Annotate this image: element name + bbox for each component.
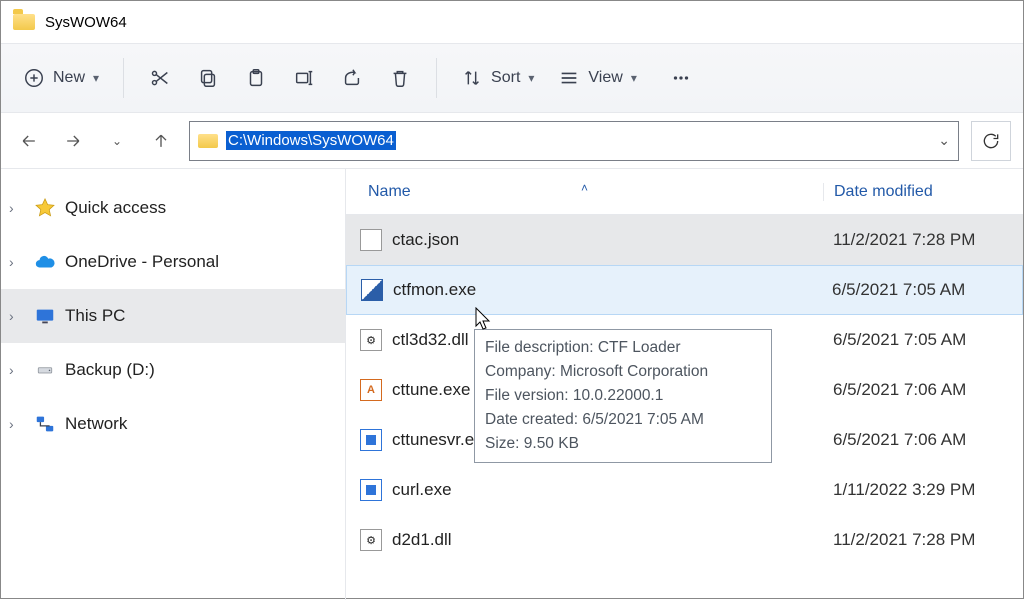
paste-icon [245, 67, 267, 89]
chevron-down-icon: ▾ [528, 71, 534, 85]
sort-button[interactable]: Sort ▾ [451, 56, 544, 100]
forward-button[interactable] [57, 125, 89, 157]
address-bar[interactable]: C:\Windows\SysWOW64 ⌄ [189, 121, 959, 161]
paste-button[interactable] [234, 56, 278, 100]
more-button[interactable] [659, 56, 703, 100]
file-date: 6/5/2021 7:05 AM [823, 330, 1023, 350]
file-name: ctfmon.exe [393, 280, 476, 300]
mouse-cursor-icon [475, 307, 493, 331]
column-date[interactable]: Date modified [823, 183, 1023, 201]
list-icon [558, 67, 580, 89]
up-button[interactable] [145, 125, 177, 157]
sidebar-item-this-pc[interactable]: › This PC [1, 289, 345, 343]
sidebar-item-onedrive[interactable]: › OneDrive - Personal [1, 235, 345, 289]
file-date: 6/5/2021 7:05 AM [822, 280, 1022, 300]
sidebar-item-label: Network [65, 414, 127, 434]
arrow-up-icon [151, 131, 171, 151]
file-name: cttune.exe [392, 380, 470, 400]
title-bar: SysWOW64 [1, 1, 1023, 43]
arrow-left-icon [19, 131, 39, 151]
folder-icon [198, 134, 218, 148]
file-date: 11/2/2021 7:28 PM [823, 230, 1023, 250]
ellipsis-icon [670, 67, 692, 89]
delete-button[interactable] [378, 56, 422, 100]
font-icon: A [360, 379, 382, 401]
copy-icon [197, 67, 219, 89]
file-list: ˄ Name Date modified ctac.json 11/2/2021… [346, 169, 1023, 600]
sidebar-item-label: This PC [65, 306, 125, 326]
file-date: 1/11/2022 3:29 PM [823, 480, 1023, 500]
scissors-icon [149, 67, 171, 89]
rename-icon [293, 67, 315, 89]
sidebar-item-label: Quick access [65, 198, 166, 218]
file-row[interactable]: ctac.json 11/2/2021 7:28 PM [346, 215, 1023, 265]
dll-icon: ⚙ [360, 329, 382, 351]
file-date: 6/5/2021 7:06 AM [823, 430, 1023, 450]
dll-icon: ⚙ [360, 529, 382, 551]
cloud-icon [33, 250, 57, 274]
file-date: 11/2/2021 7:28 PM [823, 530, 1023, 550]
sort-icon [461, 67, 483, 89]
view-button[interactable]: View ▾ [548, 56, 646, 100]
file-tooltip: File description: CTF Loader Company: Mi… [474, 329, 772, 463]
back-button[interactable] [13, 125, 45, 157]
refresh-button[interactable] [971, 121, 1011, 161]
cut-button[interactable] [138, 56, 182, 100]
sidebar-item-network[interactable]: › Network [1, 397, 345, 451]
drive-icon [33, 358, 57, 382]
column-headers: ˄ Name Date modified [346, 169, 1023, 215]
sidebar-item-label: Backup (D:) [65, 360, 155, 380]
new-button[interactable]: New ▾ [13, 56, 109, 100]
chevron-down-icon: ▾ [93, 71, 99, 85]
arrow-right-icon [63, 131, 83, 151]
app-icon [360, 429, 382, 451]
trash-icon [389, 67, 411, 89]
window-folder-icon [13, 14, 35, 30]
monitor-icon [33, 304, 57, 328]
copy-button[interactable] [186, 56, 230, 100]
chevron-right-icon: › [9, 416, 25, 432]
file-row[interactable]: ⚙ d2d1.dll 11/2/2021 7:28 PM [346, 515, 1023, 565]
toolbar: New ▾ Sort ▾ [1, 43, 1023, 113]
column-name[interactable]: ˄ Name [346, 183, 823, 201]
sidebar-item-quick-access[interactable]: › Quick access [1, 181, 345, 235]
chevron-down-icon: ▾ [631, 71, 637, 85]
pen-icon [361, 279, 383, 301]
file-date: 6/5/2021 7:06 AM [823, 380, 1023, 400]
file-name: ctl3d32.dll [392, 330, 469, 350]
chevron-right-icon: › [9, 308, 25, 324]
network-icon [33, 412, 57, 436]
refresh-icon [981, 131, 1001, 151]
recent-button[interactable]: ⌄ [101, 125, 133, 157]
nav-pane: › Quick access › OneDrive - Personal › T… [1, 169, 346, 600]
app-icon [360, 479, 382, 501]
window-title: SysWOW64 [45, 14, 127, 31]
file-row[interactable]: curl.exe 1/11/2022 3:29 PM [346, 465, 1023, 515]
file-name: ctac.json [392, 230, 459, 250]
nav-row: ⌄ C:\Windows\SysWOW64 ⌄ [1, 113, 1023, 169]
content-area: › Quick access › OneDrive - Personal › T… [1, 169, 1023, 600]
file-name: curl.exe [392, 480, 452, 500]
sidebar-item-backup[interactable]: › Backup (D:) [1, 343, 345, 397]
address-path: C:\Windows\SysWOW64 [226, 131, 396, 150]
star-icon [33, 196, 57, 220]
file-name: d2d1.dll [392, 530, 452, 550]
chevron-down-icon[interactable]: ⌄ [938, 132, 950, 149]
chevron-right-icon: › [9, 254, 25, 270]
file-icon [360, 229, 382, 251]
chevron-right-icon: › [9, 362, 25, 378]
rename-button[interactable] [282, 56, 326, 100]
share-icon [341, 67, 363, 89]
sidebar-item-label: OneDrive - Personal [65, 252, 219, 272]
plus-circle-icon [23, 67, 45, 89]
chevron-right-icon: › [9, 200, 25, 216]
separator [123, 58, 124, 98]
separator [436, 58, 437, 98]
file-row[interactable]: ctfmon.exe 6/5/2021 7:05 AM [346, 265, 1023, 315]
sort-indicator-icon: ˄ [581, 181, 588, 195]
share-button[interactable] [330, 56, 374, 100]
chevron-down-icon: ⌄ [112, 134, 122, 148]
